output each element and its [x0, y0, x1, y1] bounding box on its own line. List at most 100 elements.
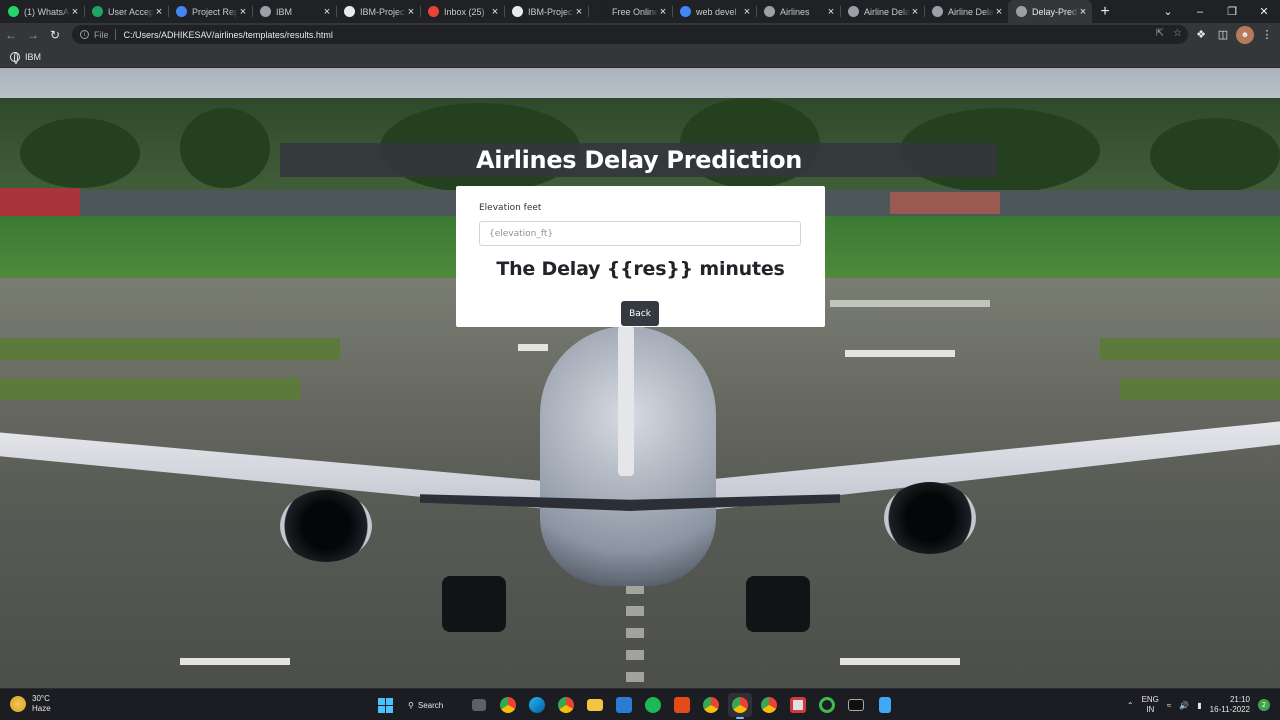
browser-tab[interactable]: Delay-Prediction× — [1008, 0, 1092, 23]
minimize-icon[interactable]: – — [1184, 0, 1216, 23]
taskbar-store[interactable] — [612, 693, 636, 717]
close-icon[interactable]: × — [742, 6, 752, 18]
terminal-icon — [848, 699, 864, 711]
profile-avatar-icon[interactable]: ☻ — [1236, 25, 1254, 44]
extensions-puzzle-icon[interactable]: ❖ — [1192, 26, 1210, 44]
browser-tab[interactable]: Airlines × — [756, 0, 840, 23]
battery-icon[interactable]: ▮ — [1197, 701, 1201, 710]
airplane-tail-fin — [618, 326, 634, 476]
tab-title: web devel — [696, 6, 737, 17]
taskbar-search[interactable]: ⚲ Search — [402, 693, 462, 717]
close-icon[interactable]: × — [322, 6, 332, 18]
language-indicator[interactable]: ENG IN — [1142, 695, 1159, 715]
taskbar-office[interactable] — [670, 693, 694, 717]
chevron-up-icon[interactable]: ⌃ — [1127, 701, 1134, 710]
restore-icon[interactable]: ❐ — [1216, 0, 1248, 23]
tab-title: Airline Delay — [948, 6, 994, 17]
bookmark-star-icon[interactable]: ☆ — [1173, 28, 1182, 39]
background-grass-strip — [1120, 378, 1280, 400]
browser-tab[interactable]: Project Report× — [168, 0, 252, 23]
weather-widget[interactable]: 30°C Haze — [10, 694, 51, 714]
browser-tab[interactable]: IBM-Project × — [336, 0, 420, 23]
info-icon[interactable]: i — [80, 30, 89, 39]
taskbar-chrome-active[interactable] — [728, 693, 752, 719]
spotify-icon — [645, 697, 661, 713]
taskbar-app-green[interactable] — [815, 693, 839, 717]
clock[interactable]: 21:10 16-11-2022 — [1210, 695, 1250, 715]
reload-icon[interactable]: ↻ — [44, 24, 66, 46]
speaker-icon[interactable]: 🔊 — [1179, 701, 1189, 710]
clock-date: 16-11-2022 — [1209, 705, 1250, 714]
taskbar-edge[interactable] — [525, 693, 549, 717]
close-icon[interactable]: × — [70, 6, 80, 18]
airplane-landing-gear — [746, 576, 810, 632]
browser-tab[interactable]: Free Online × — [588, 0, 672, 23]
tab-title: User Acceptance — [108, 6, 154, 17]
close-icon[interactable]: × — [910, 6, 920, 18]
language-line-2: IN — [1146, 705, 1155, 714]
browser-tab[interactable]: (1) WhatsApp× — [0, 0, 84, 23]
browser-tab[interactable]: Inbox (25) × — [420, 0, 504, 23]
back-arrow-icon[interactable]: ← — [0, 24, 22, 46]
app-icon — [819, 697, 835, 713]
taskbar-chrome-2[interactable] — [554, 693, 578, 717]
start-button[interactable] — [373, 693, 397, 717]
url-text[interactable]: C:/Users/ADHIKESAV/airlines/templates/re… — [124, 30, 333, 40]
close-icon[interactable]: × — [406, 6, 416, 18]
new-tab-icon[interactable]: + — [1092, 0, 1118, 23]
browser-tab[interactable]: User Acceptance× — [84, 0, 168, 23]
close-icon[interactable]: × — [994, 6, 1004, 18]
background-grass-strip — [0, 378, 300, 400]
browser-tab[interactable]: IBM × — [252, 0, 336, 23]
google-drive-icon — [92, 6, 103, 17]
tab-title: IBM-Project — [528, 6, 574, 17]
prediction-form-card: Elevation feet The Delay {{res}} minutes… — [456, 186, 825, 327]
notification-badge[interactable]: 2 — [1258, 699, 1270, 711]
address-bar[interactable]: i File C:/Users/ADHIKESAV/airlines/templ… — [72, 25, 1188, 44]
airplane-landing-gear — [442, 576, 506, 632]
forward-arrow-icon[interactable]: → — [22, 24, 44, 46]
background-grass-strip — [0, 338, 340, 360]
windows-logo-icon — [377, 697, 393, 713]
weather-description: Haze — [32, 704, 51, 713]
globe-icon — [932, 6, 943, 17]
taskbar-notepad[interactable] — [873, 693, 897, 717]
github-icon — [512, 6, 523, 17]
browser-tab[interactable]: IBM-Project × — [504, 0, 588, 23]
close-icon[interactable]: × — [238, 6, 248, 18]
share-icon[interactable]: ⇱ — [1156, 28, 1164, 39]
close-icon[interactable]: × — [658, 6, 668, 18]
taskbar-chrome-3[interactable] — [699, 693, 723, 717]
globe-icon — [1016, 6, 1027, 17]
browser-tab[interactable]: Airline Delay × — [924, 0, 1008, 23]
side-panel-icon[interactable]: ◫ — [1214, 26, 1232, 44]
elevation-label: Elevation feet — [479, 203, 542, 213]
taskbar-chrome-4[interactable] — [757, 693, 781, 717]
taskbar-terminal[interactable] — [844, 693, 868, 717]
runway-marking — [830, 300, 990, 307]
close-icon[interactable]: × — [574, 6, 584, 18]
tab-title: IBM — [276, 6, 293, 17]
browser-tab[interactable]: Airline Delay × — [840, 0, 924, 23]
close-window-icon[interactable]: ✕ — [1248, 0, 1280, 23]
menu-kebab-icon[interactable]: ⋮ — [1258, 26, 1276, 44]
close-icon[interactable]: × — [826, 6, 836, 18]
globe-icon — [10, 51, 20, 64]
runway-marking — [840, 658, 960, 665]
back-button[interactable]: Back — [621, 301, 659, 326]
browser-tab[interactable]: web devel × — [672, 0, 756, 23]
task-view-button[interactable] — [467, 693, 491, 717]
close-icon[interactable]: × — [490, 6, 500, 18]
bookmark-ibm[interactable]: IBM — [25, 52, 41, 62]
taskbar-app-red[interactable] — [786, 693, 810, 717]
close-icon[interactable]: × — [154, 6, 164, 18]
airplane-right-engine — [884, 482, 976, 554]
tab-search-chevron-icon[interactable]: ⌄ — [1152, 0, 1184, 23]
wifi-icon[interactable]: ≈ — [1167, 701, 1171, 710]
taskbar-spotify[interactable] — [641, 693, 665, 717]
search-icon: ⚲ — [408, 700, 414, 710]
taskbar-chrome[interactable] — [496, 693, 520, 717]
close-icon[interactable]: × — [1078, 6, 1088, 18]
taskbar-file-explorer[interactable] — [583, 693, 607, 717]
elevation-input[interactable] — [479, 221, 801, 246]
